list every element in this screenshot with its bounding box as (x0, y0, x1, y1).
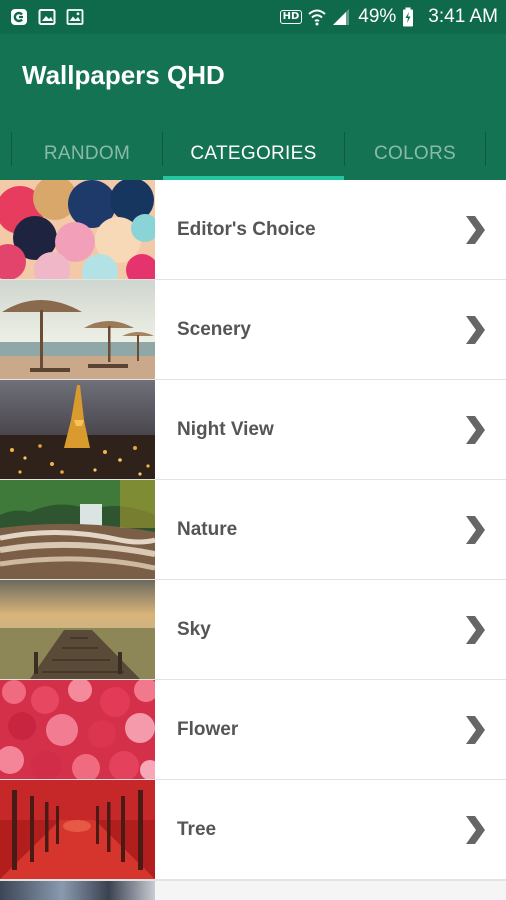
category-row-flower[interactable]: Flower (0, 680, 506, 780)
partial-thumbnail (0, 881, 155, 900)
category-row-partial[interactable] (0, 880, 506, 900)
pink-blossoms-thumbnail (0, 680, 155, 779)
chevron-right-icon (466, 315, 485, 344)
category-row-scenery[interactable]: Scenery (0, 280, 506, 380)
tab-random[interactable]: RANDOM (12, 128, 162, 180)
pier-sunset-thumbnail (0, 580, 155, 679)
city-night-thumbnail (0, 380, 155, 479)
category-row-tree[interactable]: Tree (0, 780, 506, 880)
battery-charging-icon (402, 7, 414, 27)
category-row-night-view[interactable]: Night View (0, 380, 506, 480)
chevron-right-icon (466, 515, 485, 544)
chevron-right-icon (466, 215, 485, 244)
photo-icon (66, 8, 84, 26)
beach-umbrellas-thumbnail (0, 280, 155, 379)
image-icon (38, 8, 56, 26)
tab-bar: RANDOM CATEGORIES COLORS (0, 128, 506, 180)
clock: 3:41 AM (428, 6, 498, 27)
category-row-editors-choice[interactable]: Editor's Choice (0, 180, 506, 280)
category-label: Flower (177, 718, 239, 740)
tab-categories[interactable]: CATEGORIES (163, 128, 344, 180)
tab-colors[interactable]: COLORS (345, 128, 485, 180)
category-label: Night View (177, 418, 274, 440)
hd-voice-badge: HD (279, 10, 303, 24)
status-bar: HD 49% 3:41 AM (0, 0, 506, 34)
balloons-thumbnail (0, 180, 155, 279)
status-notifications (10, 8, 84, 26)
tab-divider (485, 132, 486, 166)
category-label: Editor's Choice (177, 218, 316, 240)
category-row-nature[interactable]: Nature (0, 480, 506, 580)
signal-icon (332, 8, 350, 26)
red-tree-avenue-thumbnail (0, 780, 155, 879)
wifi-icon (308, 8, 326, 26)
battery-percent: 49% (358, 6, 397, 27)
category-label: Scenery (177, 318, 251, 340)
chevron-right-icon (466, 415, 485, 444)
status-system: HD 49% 3:41 AM (279, 6, 498, 28)
category-list: Editor's Choice Scenery Night View Natur… (0, 180, 506, 880)
category-row-sky[interactable]: Sky (0, 580, 506, 680)
category-label: Sky (177, 618, 211, 640)
app-bar: Wallpapers QHD RANDOM CATEGORIES COLORS (0, 34, 506, 180)
chevron-right-icon (466, 615, 485, 644)
chevron-right-icon (466, 715, 485, 744)
category-label: Tree (177, 818, 217, 840)
carrier-icon (10, 8, 28, 26)
chevron-right-icon (466, 815, 485, 844)
app-title: Wallpapers QHD (22, 60, 225, 90)
category-label: Nature (177, 518, 238, 540)
waterfall-thumbnail (0, 480, 155, 579)
